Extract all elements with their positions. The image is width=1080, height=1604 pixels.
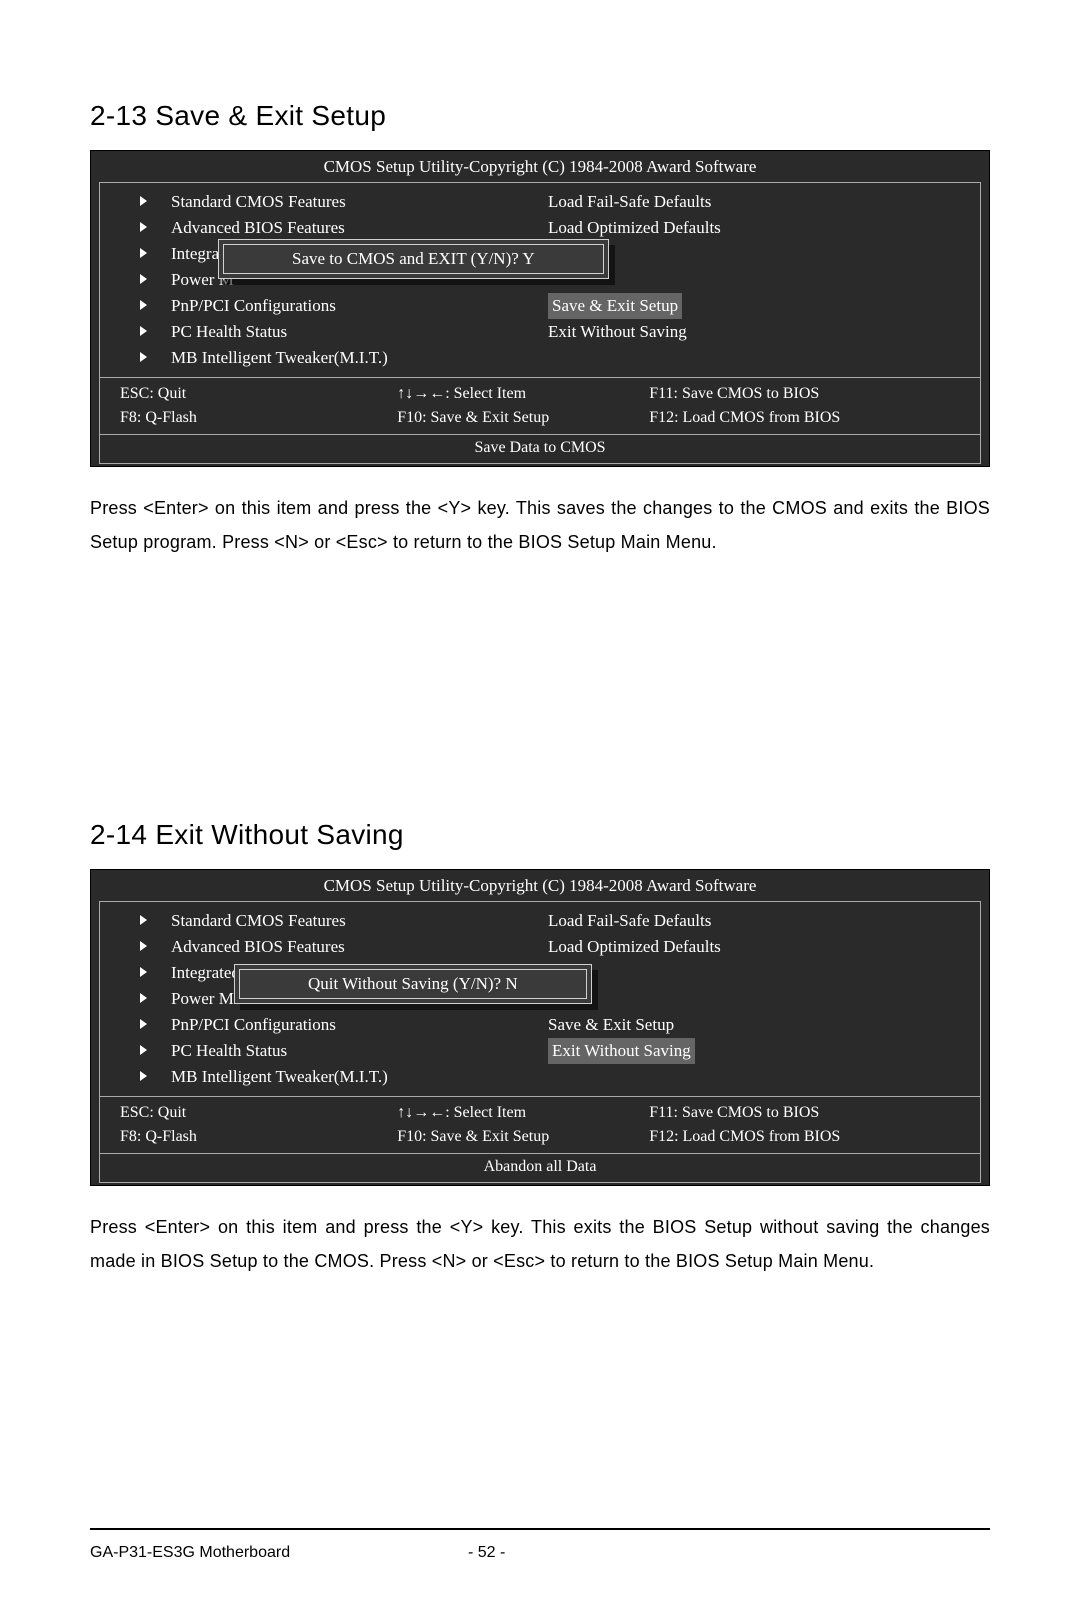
page-footer: GA-P31-ES3G Motherboard - 52 - — [90, 1544, 990, 1562]
section-title-exit-without-saving: 2-14 Exit Without Saving — [90, 819, 990, 851]
triangle-icon — [140, 222, 147, 232]
footer-page-number: - 52 - — [468, 1544, 612, 1562]
menu-item — [548, 241, 980, 267]
bios-key-legend: ESC: Quit ↑↓→←: Select Item F11: Save CM… — [100, 1097, 980, 1153]
menu-label: PnP/PCI Configurations — [171, 1015, 336, 1034]
menu-label: Integrated — [171, 963, 240, 982]
menu-label: Load Fail-Safe Defaults — [548, 192, 711, 211]
key-f10: F10: Save & Exit Setup — [397, 406, 649, 430]
menu-item: Advanced BIOS Features — [140, 215, 540, 241]
key-f8: F8: Q-Flash — [120, 406, 397, 430]
footer-rule — [90, 1528, 990, 1530]
triangle-icon — [140, 274, 147, 284]
triangle-icon — [140, 993, 147, 1003]
menu-item-highlighted: Save & Exit Setup — [548, 293, 980, 319]
menu-label: Save & Exit Setup — [548, 1015, 674, 1034]
menu-item: PnP/PCI Configurations — [140, 1012, 540, 1038]
key-f10: F10: Save & Exit Setup — [397, 1125, 649, 1149]
menu-item: Exit Without Saving — [548, 319, 980, 345]
triangle-icon — [140, 941, 147, 951]
bios-inner: Standard CMOS Features Advanced BIOS Fea… — [99, 182, 981, 464]
bios-menu-left: Standard CMOS Features Advanced BIOS Fea… — [100, 189, 540, 371]
triangle-icon — [140, 326, 147, 336]
menu-item: PC Health Status — [140, 319, 540, 345]
key-arrows: ↑↓→←: Select Item — [397, 1101, 649, 1125]
dialog-text: Save to CMOS and EXIT (Y/N)? Y — [223, 244, 604, 274]
menu-label: Load Fail-Safe Defaults — [548, 911, 711, 930]
footer-product: GA-P31-ES3G Motherboard — [90, 1544, 468, 1562]
key-esc: ESC: Quit — [120, 382, 397, 406]
menu-label: Exit Without Saving — [548, 1038, 695, 1064]
triangle-icon — [140, 300, 147, 310]
menu-label: PC Health Status — [171, 1041, 287, 1060]
bios-inner: Standard CMOS Features Advanced BIOS Fea… — [99, 901, 981, 1183]
triangle-icon — [140, 248, 147, 258]
key-f12: F12: Load CMOS from BIOS — [649, 1125, 960, 1149]
menu-item: Load Fail-Safe Defaults — [548, 189, 980, 215]
bios-header: CMOS Setup Utility-Copyright (C) 1984-20… — [91, 151, 989, 182]
key-arrows: ↑↓→←: Select Item — [397, 382, 649, 406]
bios-dialog-save-exit: Save to CMOS and EXIT (Y/N)? Y — [218, 239, 609, 279]
bios-help-bar: Save Data to CMOS — [100, 435, 980, 463]
bios-help-bar: Abandon all Data — [100, 1154, 980, 1182]
section-body-text: Press <Enter> on this item and press the… — [90, 1210, 990, 1278]
menu-item — [548, 1064, 980, 1090]
key-esc: ESC: Quit — [120, 1101, 397, 1125]
menu-item: Advanced BIOS Features — [140, 934, 540, 960]
dialog-text: Quit Without Saving (Y/N)? N — [239, 969, 587, 999]
menu-label: PC Health Status — [171, 322, 287, 341]
menu-label: Save & Exit Setup — [548, 293, 682, 319]
menu-item: MB Intelligent Tweaker(M.I.T.) — [140, 345, 540, 371]
menu-item: PC Health Status — [140, 1038, 540, 1064]
bios-header: CMOS Setup Utility-Copyright (C) 1984-20… — [91, 870, 989, 901]
section-body-text: Press <Enter> on this item and press the… — [90, 491, 990, 559]
triangle-icon — [140, 352, 147, 362]
menu-item: Save & Exit Setup — [548, 1012, 980, 1038]
menu-item: Standard CMOS Features — [140, 189, 540, 215]
menu-item-highlighted: Exit Without Saving — [548, 1038, 980, 1064]
menu-label: Advanced BIOS Features — [171, 937, 345, 956]
triangle-icon — [140, 196, 147, 206]
menu-item: Standard CMOS Features — [140, 908, 540, 934]
menu-item — [548, 345, 980, 371]
menu-item — [548, 267, 980, 293]
menu-label: MB Intelligent Tweaker(M.I.T.) — [171, 348, 388, 367]
menu-item: PnP/PCI Configurations — [140, 293, 540, 319]
menu-label: Load Optimized Defaults — [548, 218, 721, 237]
triangle-icon — [140, 1045, 147, 1055]
menu-item: Load Optimized Defaults — [548, 215, 980, 241]
menu-label: Power Ma — [171, 989, 241, 1008]
key-f8: F8: Q-Flash — [120, 1125, 397, 1149]
menu-item: Load Optimized Defaults — [548, 934, 980, 960]
key-f11: F11: Save CMOS to BIOS — [649, 1101, 960, 1125]
triangle-icon — [140, 967, 147, 977]
menu-item — [548, 986, 980, 1012]
menu-label: Advanced BIOS Features — [171, 218, 345, 237]
menu-item: Load Fail-Safe Defaults — [548, 908, 980, 934]
bios-screenshot-save-exit: CMOS Setup Utility-Copyright (C) 1984-20… — [90, 150, 990, 467]
menu-label: Integrat — [171, 244, 224, 263]
triangle-icon — [140, 1071, 147, 1081]
menu-item — [548, 960, 980, 986]
bios-screenshot-exit-without-saving: CMOS Setup Utility-Copyright (C) 1984-20… — [90, 869, 990, 1186]
key-f12: F12: Load CMOS from BIOS — [649, 406, 960, 430]
bios-menu-right: Load Fail-Safe Defaults Load Optimized D… — [540, 189, 980, 371]
bios-dialog-quit-without-saving: Quit Without Saving (Y/N)? N — [234, 964, 592, 1004]
triangle-icon — [140, 915, 147, 925]
menu-label: Standard CMOS Features — [171, 911, 346, 930]
bios-menu-right: Load Fail-Safe Defaults Load Optimized D… — [540, 908, 980, 1090]
bios-key-legend: ESC: Quit ↑↓→←: Select Item F11: Save CM… — [100, 378, 980, 434]
menu-label: Load Optimized Defaults — [548, 937, 721, 956]
triangle-icon — [140, 1019, 147, 1029]
menu-label: Exit Without Saving — [548, 322, 687, 341]
key-f11: F11: Save CMOS to BIOS — [649, 382, 960, 406]
menu-label: MB Intelligent Tweaker(M.I.T.) — [171, 1067, 388, 1086]
menu-label: Standard CMOS Features — [171, 192, 346, 211]
section-title-save-exit: 2-13 Save & Exit Setup — [90, 100, 990, 132]
menu-label: PnP/PCI Configurations — [171, 296, 336, 315]
menu-item: MB Intelligent Tweaker(M.I.T.) — [140, 1064, 540, 1090]
